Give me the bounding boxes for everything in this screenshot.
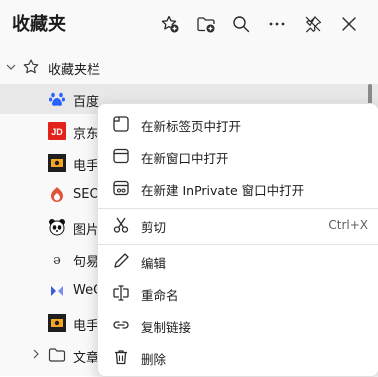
menu-item-edit[interactable]: 编辑 bbox=[98, 246, 378, 276]
site-logo-icon bbox=[48, 314, 66, 332]
link-icon bbox=[113, 321, 129, 329]
rename-icon bbox=[113, 285, 129, 301]
favorites-header: 收藏夹 bbox=[0, 0, 378, 48]
more-options-button[interactable] bbox=[263, 10, 291, 38]
menu-item-label: 编辑 bbox=[141, 256, 167, 271]
new-tab-icon bbox=[113, 116, 129, 132]
scissors-icon bbox=[113, 217, 129, 233]
menu-item-rename[interactable]: 重命名 bbox=[98, 278, 378, 308]
site-logo-icon bbox=[48, 154, 66, 172]
menu-item-label: 在新标签页中打开 bbox=[141, 119, 242, 134]
list-item-label: 电手 bbox=[73, 159, 100, 174]
favorites-bar-folder[interactable]: 收藏夹栏 bbox=[0, 56, 378, 80]
list-item-label: 京东 bbox=[73, 127, 100, 142]
star-icon bbox=[23, 59, 39, 74]
more-icon bbox=[269, 22, 285, 26]
seo-logo-icon bbox=[51, 187, 63, 202]
chevron-down-icon[interactable] bbox=[5, 61, 17, 73]
new-window-icon bbox=[113, 148, 129, 164]
list-item-label: SEO bbox=[73, 187, 100, 202]
wechat-logo-icon bbox=[51, 286, 63, 296]
menu-item-label: 删除 bbox=[141, 352, 167, 367]
close-icon bbox=[342, 17, 356, 31]
close-button[interactable] bbox=[335, 10, 363, 38]
list-item-label: 文章 bbox=[73, 351, 100, 366]
star-add-icon bbox=[161, 15, 179, 33]
list-item-label: 电手 bbox=[73, 319, 100, 334]
list-item-label: 句易 bbox=[73, 255, 100, 270]
search-button[interactable] bbox=[227, 10, 255, 38]
menu-divider bbox=[98, 244, 378, 245]
pin-button[interactable] bbox=[299, 10, 327, 38]
svg-text:JD: JD bbox=[51, 127, 63, 137]
menu-item-label: 在新窗口中打开 bbox=[141, 151, 229, 166]
folder-add-icon bbox=[197, 17, 215, 33]
menu-item-label: 复制链接 bbox=[141, 320, 192, 335]
favorites-bar-label: 收藏夹栏 bbox=[48, 63, 101, 78]
panel-title: 收藏夹 bbox=[12, 14, 66, 35]
unpin-icon bbox=[305, 16, 322, 33]
menu-item-open-inprivate[interactable]: 在新建 InPrivate 窗口中打开 bbox=[98, 173, 378, 203]
menu-item-open-new-tab[interactable]: 在新标签页中打开 bbox=[98, 109, 378, 139]
pencil-icon bbox=[114, 253, 129, 268]
menu-divider bbox=[98, 208, 378, 209]
site-logo-icon: ə bbox=[53, 253, 61, 268]
search-icon bbox=[233, 16, 250, 33]
menu-item-label: 在新建 InPrivate 窗口中打开 bbox=[141, 183, 305, 198]
chevron-right-icon[interactable] bbox=[31, 349, 41, 359]
menu-item-open-new-window[interactable]: 在新窗口中打开 bbox=[98, 141, 378, 171]
menu-item-label: 重命名 bbox=[141, 288, 179, 303]
jd-logo-icon: JD bbox=[48, 122, 66, 140]
menu-item-cut[interactable]: 剪切 Ctrl+X bbox=[98, 210, 378, 240]
panda-logo-icon bbox=[49, 219, 65, 236]
add-folder-button[interactable] bbox=[192, 10, 220, 38]
menu-item-label: 剪切 bbox=[141, 220, 167, 235]
context-menu: 在新标签页中打开 在新窗口中打开 在新建 InPrivate 窗口中打开 剪切 … bbox=[97, 103, 378, 377]
inprivate-window-icon bbox=[113, 180, 129, 196]
svg-text:ə: ə bbox=[53, 253, 61, 268]
menu-item-copy-link[interactable]: 复制链接 bbox=[98, 310, 378, 340]
add-favorite-button[interactable] bbox=[156, 10, 184, 38]
trash-icon bbox=[115, 350, 127, 365]
list-item-label: 百度 bbox=[73, 95, 100, 110]
folder-icon bbox=[48, 348, 66, 362]
menu-item-shortcut: Ctrl+X bbox=[328, 218, 368, 232]
menu-item-delete[interactable]: 删除 bbox=[98, 342, 378, 372]
baidu-paw-icon bbox=[49, 92, 65, 106]
list-item-label: 图片 bbox=[73, 223, 100, 238]
